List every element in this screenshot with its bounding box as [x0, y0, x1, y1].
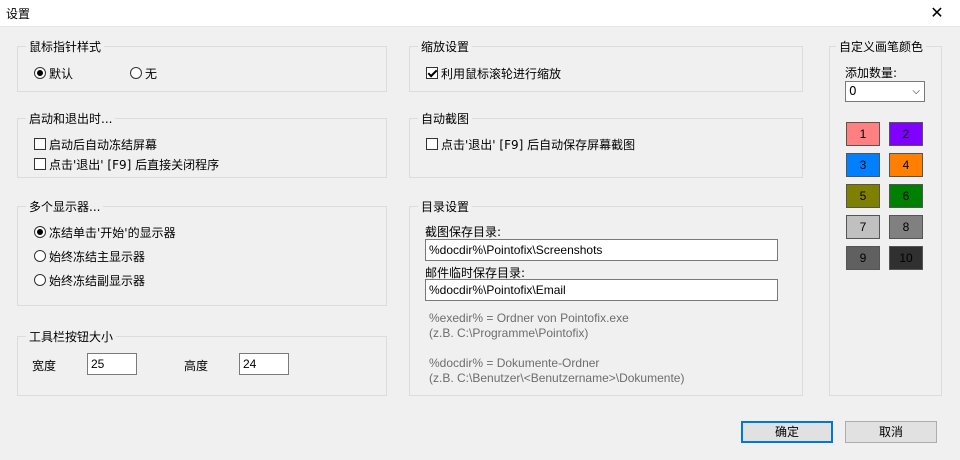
directories-group: 目录设置 截图保存目录: %docdir%\Pointofix\Screensh…	[409, 198, 803, 396]
checkbox[interactable]	[426, 67, 438, 79]
color-swatch-5[interactable]: 5	[846, 184, 880, 208]
radio-label: 无	[145, 66, 158, 81]
group-legend: 目录设置	[418, 198, 473, 215]
checkbox-label: 启动后自动冻结屏幕	[49, 137, 158, 152]
hint-exedir: %exedir% = Ordner von Pointofix.exe	[429, 311, 629, 325]
window-title: 设置	[6, 7, 31, 21]
hint-docdir: %docdir% = Dokumente-Ordner	[429, 356, 600, 370]
screenshot-dir-label: 截图保存目录:	[425, 225, 502, 239]
color-swatch-2[interactable]: 2	[889, 122, 923, 146]
group-legend: 启动和退出时...	[26, 110, 116, 127]
close-icon[interactable]: ✕	[914, 0, 960, 26]
monitors-group: 多个显示器... 冻结单击'开始'的显示器 始终冻结主显示器 始终冻结副显示器	[17, 198, 387, 306]
cancel-button[interactable]: 取消	[845, 421, 937, 443]
count-dropdown[interactable]: 0 ⌵	[845, 81, 925, 102]
checkbox-label: 点击'退出' [F9] 后直接关闭程序	[49, 157, 220, 172]
radio-button[interactable]	[130, 67, 142, 79]
checkbox[interactable]	[34, 138, 46, 150]
color-swatch-7[interactable]: 7	[846, 215, 880, 239]
color-swatch-9[interactable]: 9	[846, 246, 880, 270]
screenshot-dir-input[interactable]: %docdir%\Pointofix\Screenshots	[425, 239, 778, 261]
radio-button[interactable]	[34, 67, 46, 79]
checkbox-freeze-on-start[interactable]: 启动后自动冻结屏幕	[34, 136, 157, 152]
toolbar-size-group: 工具栏按钮大小 宽度 25 高度 24	[17, 328, 387, 396]
radio-monitor-clicked[interactable]: 冻结单击'开始'的显示器	[34, 224, 176, 240]
color-swatch-1[interactable]: 1	[846, 122, 880, 146]
checkbox-auto-save-screenshot[interactable]: 点击'退出' [F9] 后自动保存屏幕截图	[426, 136, 635, 152]
startup-group: 启动和退出时... 启动后自动冻结屏幕 点击'退出' [F9] 后直接关闭程序	[17, 110, 387, 178]
width-input[interactable]: 25	[87, 353, 137, 375]
title-bar: 设置 ✕	[0, 0, 960, 27]
radio-none[interactable]: 无	[130, 65, 157, 81]
pointer-style-group: 鼠标指针样式 默认 无	[17, 38, 387, 92]
radio-default[interactable]: 默认	[34, 65, 73, 81]
ok-button[interactable]: 确定	[741, 421, 833, 443]
radio-button[interactable]	[34, 274, 46, 286]
chevron-down-icon: ⌵	[912, 86, 920, 97]
color-swatch-3[interactable]: 3	[846, 153, 880, 177]
count-label: 添加数量:	[845, 66, 898, 80]
hint-docdir-example: (z.B. C:\Benutzer\<Benutzername>\Dokumen…	[429, 371, 685, 385]
checkbox[interactable]	[34, 158, 46, 170]
height-label: 高度	[184, 359, 209, 373]
radio-button[interactable]	[34, 226, 46, 238]
checkbox-label: 利用鼠标滚轮进行缩放	[441, 66, 562, 81]
group-legend: 工具栏按钮大小	[26, 328, 117, 345]
checkbox-wheel-zoom[interactable]: 利用鼠标滚轮进行缩放	[426, 65, 561, 81]
radio-label: 始终冻结主显示器	[49, 249, 146, 264]
auto-capture-group: 自动截图 点击'退出' [F9] 后自动保存屏幕截图	[409, 110, 803, 178]
email-dir-input[interactable]: %docdir%\Pointofix\Email	[425, 279, 778, 301]
radio-button[interactable]	[34, 250, 46, 262]
color-swatch-8[interactable]: 8	[889, 215, 923, 239]
radio-label: 始终冻结副显示器	[49, 273, 146, 288]
height-input[interactable]: 24	[239, 353, 289, 375]
color-swatch-10[interactable]: 10	[889, 246, 923, 270]
radio-label: 冻结单击'开始'的显示器	[49, 225, 176, 240]
zoom-group: 缩放设置 利用鼠标滚轮进行缩放	[409, 38, 803, 92]
radio-label: 默认	[49, 66, 74, 81]
color-swatch-4[interactable]: 4	[889, 153, 923, 177]
radio-monitor-secondary[interactable]: 始终冻结副显示器	[34, 272, 145, 288]
hint-exedir-example: (z.B. C:\Programme\Pointofix)	[429, 326, 589, 340]
checkbox[interactable]	[426, 138, 438, 150]
radio-monitor-primary[interactable]: 始终冻结主显示器	[34, 248, 145, 264]
checkbox-label: 点击'退出' [F9] 后自动保存屏幕截图	[441, 137, 636, 152]
group-legend: 缩放设置	[418, 38, 473, 55]
width-label: 宽度	[32, 359, 57, 373]
color-swatch-6[interactable]: 6	[889, 184, 923, 208]
count-value: 0	[849, 84, 857, 98]
group-legend: 鼠标指针样式	[26, 38, 105, 55]
group-legend: 多个显示器...	[26, 198, 104, 215]
group-legend: 自定义画笔颜色	[836, 38, 927, 55]
checkbox-close-on-exit[interactable]: 点击'退出' [F9] 后直接关闭程序	[34, 156, 219, 172]
group-legend: 自动截图	[418, 110, 473, 127]
